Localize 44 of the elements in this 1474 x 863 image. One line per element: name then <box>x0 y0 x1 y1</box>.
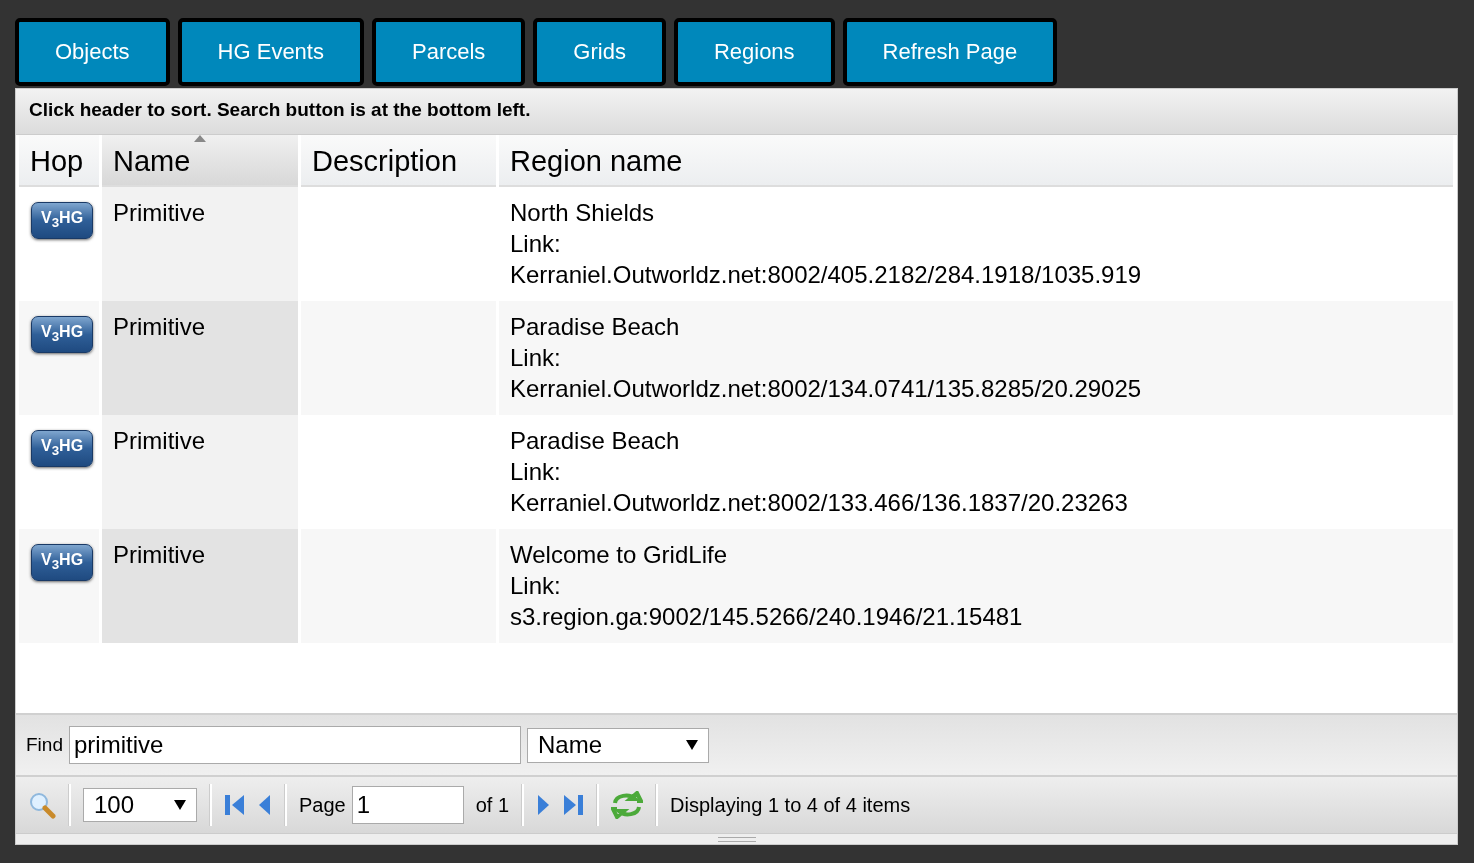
table-cell: Primitive <box>113 199 205 226</box>
region-name: North Shields <box>510 198 656 228</box>
nav-button[interactable]: Grids <box>533 18 666 86</box>
column-header[interactable]: Hop <box>19 135 99 187</box>
hop-button[interactable]: V$_{3}$HG <box>31 202 94 240</box>
region-name: Paradise Beach <box>510 426 681 456</box>
column-header[interactable]: Region name <box>499 135 1453 187</box>
link-label: Link: <box>510 229 562 259</box>
link-label: Link: <box>510 571 562 601</box>
nav-button[interactable]: HG Events <box>177 18 364 86</box>
table-cell: Primitive <box>113 427 205 454</box>
status-text: Displaying 1 to 4 of 4 items <box>670 793 911 817</box>
search-icon[interactable] <box>28 791 56 819</box>
region-name: Paradise Beach <box>510 312 681 342</box>
column-header[interactable]: Description <box>301 135 496 187</box>
page-label: Page <box>299 793 346 817</box>
refresh-icon[interactable] <box>611 791 644 819</box>
field-select[interactable]: Name <box>526 727 709 763</box>
page-field[interactable]: 1 <box>351 786 464 824</box>
caret-icon <box>685 740 698 750</box>
find-label: Find <box>26 734 63 756</box>
nav-button[interactable]: Objects <box>15 18 170 86</box>
sort-arrow-icon <box>194 135 206 142</box>
find-field[interactable]: primitive <box>68 726 521 764</box>
caret-icon <box>174 800 186 810</box>
page-count: of 1 <box>475 793 510 817</box>
next-page-icon[interactable] <box>536 793 551 817</box>
hop-button[interactable]: V$_{3}$HG <box>31 544 94 582</box>
last-page-icon[interactable] <box>562 793 585 817</box>
first-page-icon[interactable] <box>224 793 246 817</box>
region-name: Welcome to GridLife <box>510 540 728 570</box>
table-cell: Primitive <box>113 541 205 568</box>
page-size-select[interactable]: 100 <box>83 788 197 822</box>
hop-button[interactable]: V$_{3}$HG <box>31 430 94 468</box>
nav-button[interactable]: Refresh Page <box>842 18 1058 86</box>
link-label: Link: <box>510 343 562 373</box>
previous-page-icon[interactable] <box>258 793 272 817</box>
table-cell: Primitive <box>113 313 205 340</box>
nav-button[interactable]: Parcels <box>371 18 526 86</box>
hint-text: Click header to sort. Search button is at the bottom left. <box>16 89 1457 135</box>
hop-button[interactable]: V$_{3}$HG <box>31 316 94 354</box>
column-header[interactable]: Name <box>102 135 298 187</box>
nav-button[interactable]: Regions <box>673 18 835 86</box>
link-label: Link: <box>510 457 562 487</box>
